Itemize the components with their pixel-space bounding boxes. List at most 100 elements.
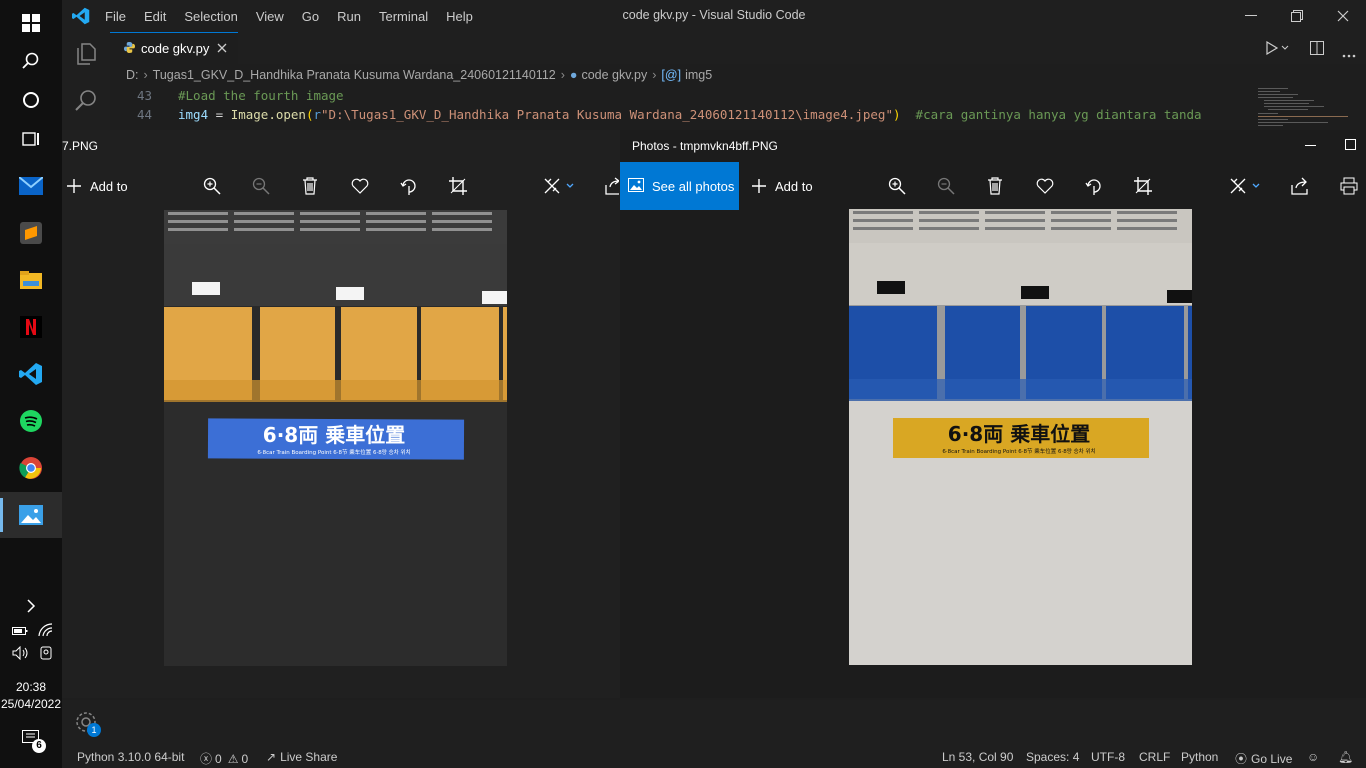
edit-create-icon[interactable] [543,174,575,198]
code-string: "D:\Tugas1_GKV_D_Handhika Pranata Kusuma… [321,107,893,122]
live-share-button[interactable]: ↗ Live Share [266,750,337,764]
split-editor-icon[interactable] [1310,41,1324,60]
encoding[interactable]: UTF-8 [1091,750,1125,764]
favorite-icon[interactable] [1036,174,1054,198]
error-icon: ⓧ [200,752,213,766]
cursor-position[interactable]: Ln 53, Col 90 [942,750,1013,764]
volume-icon[interactable] [12,645,30,665]
file-explorer-icon[interactable] [0,257,62,303]
left-sign-main: 6·8両 乗車位置 [263,423,405,447]
menu-terminal[interactable]: Terminal [379,9,428,24]
photos-right-titlebar: Photos - tmpmvkn4bff.PNG [620,130,1366,162]
manage-gear-icon[interactable]: 1 [74,710,101,741]
photo-left-image[interactable]: 6·8両 乗車位置 6·8car Train Boarding Point 6·… [164,210,507,666]
code-function: Image.open [230,107,306,122]
add-to-button[interactable]: Add to [66,174,128,198]
crop-icon[interactable] [1134,174,1152,198]
menu-go[interactable]: Go [302,9,319,24]
feedback-icon[interactable]: ☺ [1307,750,1319,764]
menu-help[interactable]: Help [446,9,473,24]
plus-icon [66,178,82,194]
netflix-icon[interactable] [0,304,62,350]
close-button[interactable] [1320,0,1366,32]
add-to-label: Add to [775,178,813,194]
meet-now-icon[interactable] [38,645,54,666]
tab-code-gkv[interactable]: code gkv.py [110,32,238,64]
action-center-icon[interactable]: 6 [22,730,46,753]
explorer-icon[interactable] [74,42,98,71]
zoom-out-icon[interactable] [252,174,270,198]
vscode-taskbar-icon[interactable] [0,351,62,397]
photos-window-right: Photos - tmpmvkn4bff.PNG See all photos … [620,130,1366,698]
share-icon[interactable] [1291,174,1309,198]
notifications-bell-icon[interactable]: 🔔︎ [1338,750,1353,764]
python-interpreter[interactable]: Python 3.10.0 64-bit [77,750,184,764]
battery-icon[interactable] [12,624,28,642]
menu-selection[interactable]: Selection [184,9,237,24]
search-view-icon[interactable] [74,88,98,117]
share-icon[interactable] [605,174,619,198]
taskbar-time[interactable]: 20:38 [0,680,62,694]
go-live-button[interactable]: ⦿ Go Live [1235,750,1292,767]
rotate-icon[interactable] [1085,174,1103,198]
menu-run[interactable]: Run [337,9,361,24]
live-share-icon: ↗ [266,750,277,764]
wifi-icon[interactable] [38,623,54,642]
favorite-icon[interactable] [351,174,369,198]
print-icon[interactable] [1340,174,1358,198]
breadcrumb: D: › Tugas1_GKV_D_Handhika Pranata Kusum… [110,64,1366,86]
minimap[interactable] [1254,86,1354,132]
delete-icon[interactable] [987,174,1003,198]
photos-left-title: 7.PNG [62,139,99,153]
variable-icon: [@] [661,68,682,82]
restore-button[interactable] [1274,0,1320,32]
code-comment: #Load the fourth image [178,88,344,103]
photos-minimize-button[interactable] [1305,140,1316,154]
taskbar-date[interactable]: 25/04/2022 [0,697,62,711]
add-to-button[interactable]: Add to [751,174,813,198]
rotate-icon[interactable] [400,174,418,198]
breadcrumb-drive[interactable]: D: [126,68,139,82]
spotify-icon[interactable] [0,398,62,444]
run-button[interactable] [1266,40,1290,60]
menu-file[interactable]: File [105,9,126,24]
zoom-out-icon[interactable] [937,174,955,198]
sublime-text-icon[interactable] [0,210,62,256]
breadcrumb-python-icon: ● [569,68,578,82]
problems-indicator[interactable]: ⓧ 0 ⚠ 0 [200,750,248,767]
more-actions-icon[interactable] [1342,45,1356,63]
photos-maximize-button[interactable] [1345,139,1356,153]
menu-view[interactable]: View [256,9,284,24]
code-editor[interactable]: 43 #Load the fourth image 44 img4 = Imag… [110,86,1366,128]
crop-icon[interactable] [449,174,467,198]
edit-create-icon[interactable] [1229,174,1261,198]
windows-taskbar: 20:38 25/04/2022 6 [0,0,62,768]
photo-right-image[interactable]: 6·8両 乗車位置 6·8car Train Boarding Point 6·… [849,209,1192,665]
code-comment: #cara gantinya hanya yg diantara tanda [900,107,1202,122]
menu-edit[interactable]: Edit [144,9,166,24]
settings-badge: 1 [87,723,101,737]
breadcrumb-symbol[interactable]: img5 [685,68,712,82]
zoom-in-icon[interactable] [203,174,221,198]
language-mode[interactable]: Python [1181,750,1218,764]
task-view-icon[interactable] [0,116,62,162]
breadcrumb-chevron-icon: › [143,68,148,82]
code-content: img4 = Image.open(r"D:\Tugas1_GKV_D_Hand… [178,105,1202,124]
tab-close-icon[interactable] [217,41,227,56]
breadcrumb-file[interactable]: code gkv.py [581,68,647,82]
error-count: 0 [215,751,222,766]
breadcrumb-folder[interactable]: Tugas1_GKV_D_Handhika Pranata Kusuma War… [153,68,556,82]
mail-icon[interactable] [0,163,62,209]
minimize-button[interactable] [1228,0,1274,32]
chrome-icon[interactable] [0,445,62,491]
indentation[interactable]: Spaces: 4 [1026,750,1079,764]
see-all-photos-button[interactable]: See all photos [620,162,739,210]
end-of-line[interactable]: CRLF [1139,750,1170,764]
photos-taskbar-icon[interactable] [0,492,62,538]
code-line: 44 img4 = Image.open(r"D:\Tugas1_GKV_D_H… [110,105,1366,124]
line-number: 44 [136,107,152,122]
right-sign-main: 6·8両 乗車位置 [948,422,1090,446]
editor-tabs: code gkv.py [110,32,1366,64]
zoom-in-icon[interactable] [888,174,906,198]
delete-icon[interactable] [302,174,318,198]
